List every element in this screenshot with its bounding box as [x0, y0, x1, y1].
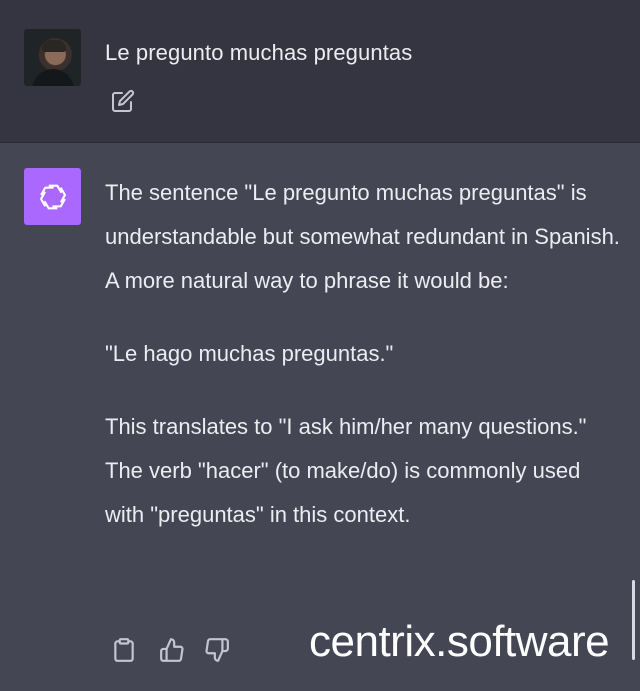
- thumbs-up-icon[interactable]: [159, 637, 185, 663]
- user-message-block: Le pregunto muchas preguntas: [0, 5, 640, 143]
- openai-logo-icon: [39, 184, 66, 209]
- assistant-paragraph: "Le hago muchas preguntas.": [105, 341, 394, 366]
- assistant-paragraph: This translates to "I ask him/her many q…: [105, 414, 587, 527]
- scrollbar[interactable]: [632, 580, 635, 660]
- user-avatar: [24, 29, 81, 86]
- assistant-avatar: [24, 168, 81, 225]
- watermark-text: centrix.software: [309, 617, 610, 666]
- copy-icon[interactable]: [111, 637, 137, 663]
- edit-icon[interactable]: [111, 89, 135, 113]
- thumbs-down-icon[interactable]: [204, 637, 230, 663]
- assistant-message-text: The sentence "Le pregunto muchas pregunt…: [105, 171, 620, 537]
- assistant-paragraph: The sentence "Le pregunto muchas pregunt…: [105, 180, 620, 293]
- user-message-text: Le pregunto muchas preguntas: [105, 40, 413, 65]
